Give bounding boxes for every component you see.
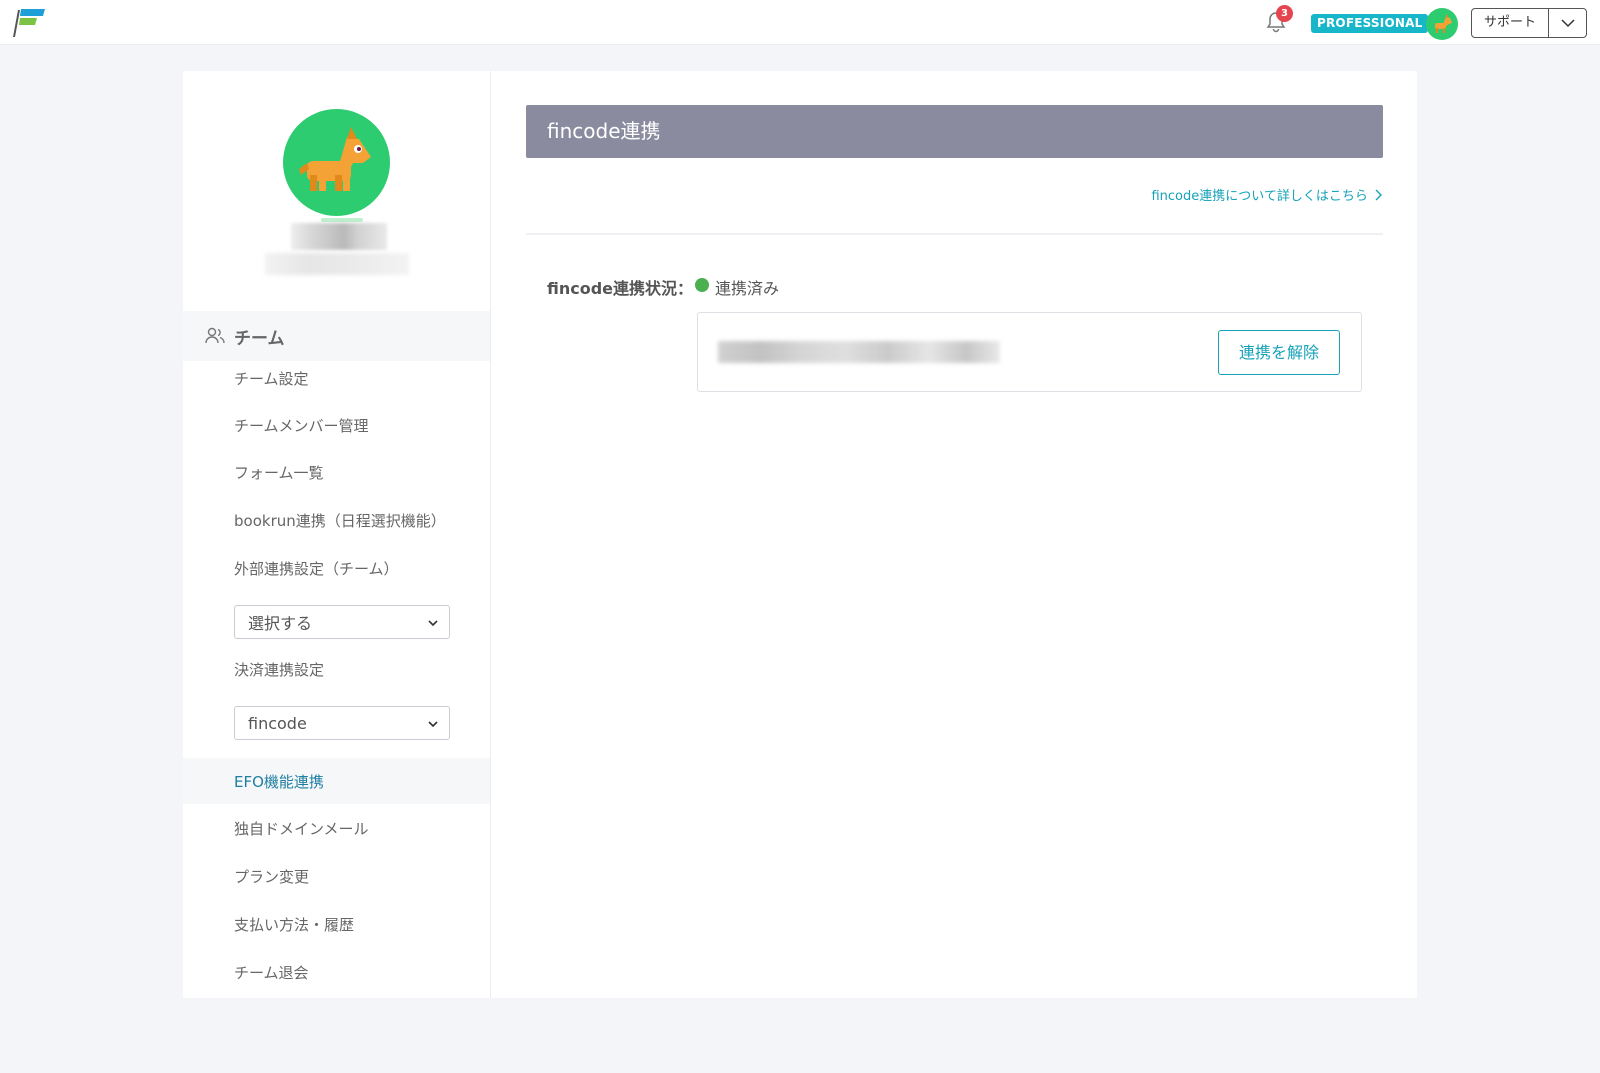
- chevron-down-icon: [428, 620, 438, 627]
- plan-badge: PROFESSIONAL: [1311, 14, 1429, 33]
- team-section-title: チーム: [234, 328, 285, 349]
- help-link[interactable]: fincode連携について詳しくはこちら: [1146, 185, 1383, 204]
- sidebar-item-bookrun[interactable]: bookrun連携（日程選択機能）: [183, 497, 490, 543]
- notification-count-badge: 3: [1276, 5, 1293, 22]
- settings-card: チーム チーム設定 チームメンバー管理 フォーム一覧 bookrun連携（日程選…: [183, 71, 1417, 998]
- status-label: fincode連携状況：: [547, 279, 694, 298]
- chevron-down-icon: [1560, 18, 1575, 27]
- page-title: fincode連携: [526, 105, 1383, 158]
- users-icon: [205, 327, 225, 344]
- sidebar-item-payment-history[interactable]: 支払い方法・履歴: [183, 901, 490, 947]
- external-settings-select[interactable]: 選択する: [234, 605, 450, 639]
- avatar-underline: [321, 218, 363, 222]
- sidebar: チーム チーム設定 チームメンバー管理 フォーム一覧 bookrun連携（日程選…: [183, 71, 491, 998]
- horse-icon: [1435, 14, 1452, 33]
- team-section-header: チーム: [183, 311, 490, 361]
- status-value: 連携済み: [715, 279, 780, 298]
- sidebar-item-form-list[interactable]: フォーム一覧: [183, 449, 490, 495]
- sidebar-item-team-members[interactable]: チームメンバー管理: [183, 402, 490, 448]
- sidebar-item-domain-mail[interactable]: 独自ドメインメール: [183, 805, 490, 851]
- horse-icon: [299, 127, 371, 191]
- sidebar-item-team-leave[interactable]: チーム退会: [183, 949, 490, 995]
- status-indicator: [695, 278, 709, 292]
- top-bar: 3 PROFESSIONAL サポート: [0, 0, 1600, 45]
- redacted-team-id: [265, 253, 409, 275]
- payment-settings-select-value: fincode: [248, 713, 307, 733]
- chevron-right-icon: [1375, 189, 1382, 201]
- app-logo[interactable]: [12, 8, 46, 38]
- chevron-down-icon: [428, 721, 438, 728]
- external-settings-select-value: 選択する: [248, 614, 313, 633]
- external-settings-label: 外部連携設定（チーム）: [234, 560, 399, 578]
- divider: [526, 233, 1383, 235]
- support-button[interactable]: サポート: [1472, 9, 1549, 37]
- redacted-team-name: [291, 223, 387, 250]
- team-avatar: [283, 109, 390, 216]
- user-avatar[interactable]: [1426, 8, 1458, 40]
- support-dropdown[interactable]: サポート: [1471, 8, 1587, 38]
- sidebar-item-efo[interactable]: EFO機能連携: [183, 758, 490, 804]
- payment-settings-select[interactable]: fincode: [234, 706, 450, 740]
- sidebar-item-plan-change[interactable]: プラン変更: [183, 853, 490, 899]
- help-link-text: fincode連携について詳しくはこちら: [1151, 189, 1368, 204]
- unlink-button[interactable]: 連携を解除: [1218, 330, 1340, 375]
- redacted-shop-id: [718, 341, 1000, 363]
- payment-settings-label: 決済連携設定: [234, 661, 325, 679]
- connection-panel: 連携を解除: [697, 312, 1362, 392]
- support-toggle[interactable]: [1549, 9, 1586, 37]
- sidebar-item-team-settings[interactable]: チーム設定: [183, 355, 490, 401]
